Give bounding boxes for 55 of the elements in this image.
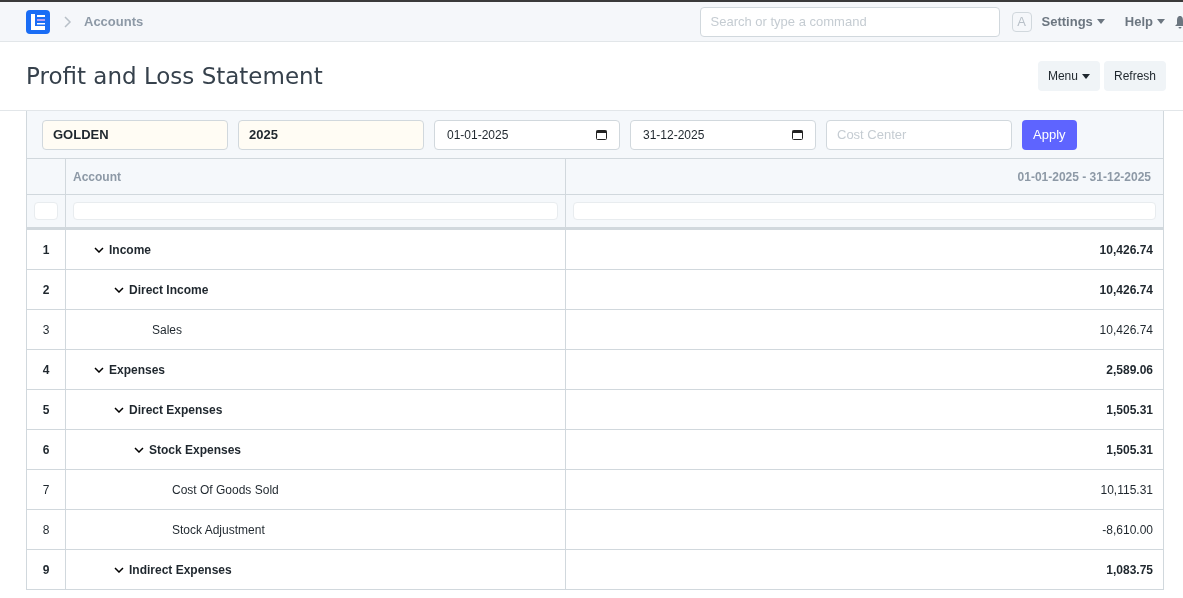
bell-icon[interactable] xyxy=(1175,14,1183,29)
chevron-down-icon[interactable] xyxy=(94,246,104,253)
amount-cell-text: 2,589.06 xyxy=(1105,361,1154,379)
caret-icon xyxy=(1096,19,1105,24)
chevron-down-icon[interactable] xyxy=(94,366,104,373)
amount-cell-text: 1,505.31 xyxy=(1105,441,1154,459)
refresh-button[interactable]: Refresh xyxy=(1103,61,1166,91)
amount-cell-text: -8,610.00 xyxy=(1101,521,1154,539)
column-header: 01-01-2025 - 31-12-2025 xyxy=(1016,168,1152,186)
company-field[interactable]: GOLDEN xyxy=(42,119,228,150)
chevron-down-icon[interactable] xyxy=(134,446,144,453)
row-number: 3 xyxy=(27,310,66,349)
nav-menu[interactable]: Help xyxy=(1124,11,1165,32)
row-number: 7 xyxy=(27,470,66,509)
account-name: Sales xyxy=(152,321,183,339)
chevron-right-icon xyxy=(64,15,72,28)
search-field[interactable]: Search or type a command xyxy=(699,6,1000,37)
date-field[interactable]: 31-12-2025 xyxy=(630,119,816,150)
amount-cell-text: 10,115.31 xyxy=(1099,481,1154,499)
account-name: Cost Of Goods Sold xyxy=(172,481,279,499)
caret-icon xyxy=(1157,19,1165,24)
date-field[interactable]: 01-01-2025 xyxy=(434,119,620,150)
column-header: Account xyxy=(66,159,566,194)
page-title: Profit and Loss Statement xyxy=(26,61,323,91)
amount-cell-text: 10,426.74 xyxy=(1098,321,1154,339)
fiscal-year-field[interactable]: 2025 xyxy=(238,119,424,150)
row-number: 5 xyxy=(27,390,66,429)
row-number: 1 xyxy=(27,230,66,269)
chevron-down-icon[interactable] xyxy=(114,286,124,293)
account-name: Stock Adjustment xyxy=(172,521,265,539)
amount-cell-text: 10,426.74 xyxy=(1098,281,1154,299)
account-name: Indirect Expenses xyxy=(129,561,232,579)
chevron-down-icon[interactable] xyxy=(114,406,124,413)
calendar-icon xyxy=(792,129,803,140)
cost-center-field[interactable]: Cost Center xyxy=(826,119,1012,150)
amount-cell-text: 1,505.31 xyxy=(1105,401,1154,419)
amount-cell-text: 1,083.75 xyxy=(1105,561,1154,579)
row-number: 6 xyxy=(27,430,66,469)
chevron-down-icon[interactable] xyxy=(114,566,124,573)
nav-menu[interactable]: Settings xyxy=(1041,11,1105,32)
account-name: Direct Income xyxy=(129,281,209,299)
apply-button[interactable]: Apply xyxy=(1022,119,1077,150)
amount-cell-text: 10,426.74 xyxy=(1098,241,1154,259)
row-number: 2 xyxy=(27,270,66,309)
account-name: Stock Expenses xyxy=(149,441,242,459)
calendar-icon xyxy=(596,129,607,140)
row-number: 4 xyxy=(27,350,66,389)
caret-icon xyxy=(1081,73,1090,79)
row-number: 9 xyxy=(27,550,66,589)
account-name: Income xyxy=(109,241,151,259)
account-name: Direct Expenses xyxy=(129,401,223,419)
menu-button[interactable]: Menu xyxy=(1037,61,1100,91)
row-number: 8 xyxy=(27,510,66,549)
app-logo-icon[interactable] xyxy=(26,9,50,34)
account-name: Expenses xyxy=(109,361,166,379)
